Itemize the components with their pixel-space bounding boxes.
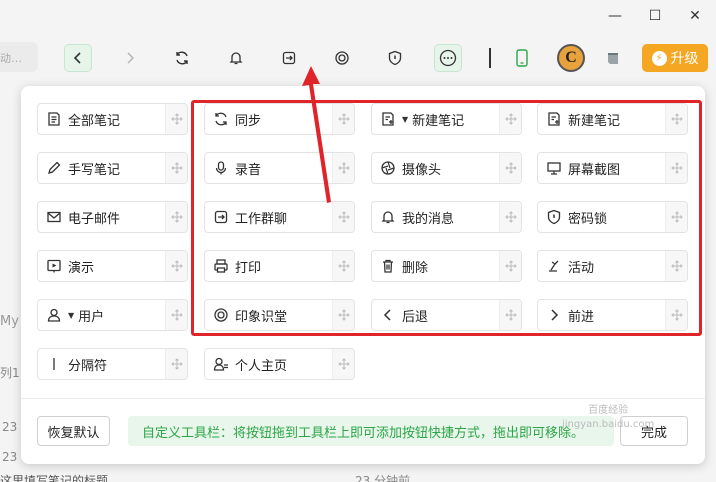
- customize-hint: 自定义工具栏：将按钮拖到工具栏上即可添加按钮快捷方式，拖出即可移除。: [128, 416, 614, 446]
- annotation-highlight-box: [191, 100, 702, 336]
- drag-handle-icon[interactable]: [165, 251, 187, 281]
- drag-handle-icon[interactable]: [332, 349, 354, 379]
- toolbar-tile-label: 个人主页: [235, 358, 288, 374]
- password-lock-button[interactable]: [381, 44, 409, 72]
- minimize-button[interactable]: —: [608, 8, 622, 24]
- close-button[interactable]: ✕: [688, 8, 702, 24]
- group-chat-button[interactable]: [275, 44, 303, 72]
- profile-icon: [213, 356, 229, 372]
- bg-label-number-b: 23: [2, 450, 18, 464]
- toolbar-tile-label: 演示: [68, 260, 95, 276]
- drag-handle-icon[interactable]: [165, 349, 187, 379]
- window-controls: — ☐ ✕: [608, 8, 702, 24]
- mobile-button[interactable]: [508, 44, 536, 72]
- chevron-down-icon: ▼: [68, 310, 75, 320]
- toolbar-tile-presentation[interactable]: 演示: [37, 250, 188, 282]
- bell-icon: [229, 52, 243, 65]
- all-notes-icon: [46, 111, 62, 127]
- knowledge-icon: [335, 51, 349, 65]
- panel-footer-divider: [21, 398, 705, 399]
- toolbar-tile-separator[interactable]: 分隔符: [37, 348, 188, 380]
- bg-label-my: My: [0, 314, 19, 329]
- sync-icon: [176, 51, 188, 65]
- toolbar-tile-label: 电子邮件: [68, 211, 121, 227]
- bg-note-time: 23 分钟前: [355, 474, 411, 482]
- more-button[interactable]: [434, 44, 462, 72]
- drag-handle-icon[interactable]: [165, 202, 187, 232]
- reset-default-button[interactable]: 恢复默认: [37, 416, 110, 446]
- knowledge-button[interactable]: [328, 44, 356, 72]
- pen-icon: [46, 160, 62, 176]
- watermark: 百度经验 jingyan.baidu.com: [562, 404, 654, 432]
- notebook-icon: [608, 53, 618, 64]
- lock-shield-icon: [388, 50, 402, 66]
- sync-button[interactable]: [168, 44, 196, 72]
- upgrade-button[interactable]: ⚡ 升级: [642, 44, 708, 72]
- bg-label-number-a: 23: [2, 420, 18, 434]
- drag-handle-icon[interactable]: [165, 300, 187, 330]
- chevron-left-icon: [73, 52, 81, 64]
- drag-handle-icon[interactable]: [165, 153, 187, 183]
- main-toolbar: 动…: [0, 38, 716, 78]
- more-icon: [439, 49, 457, 67]
- lightning-icon: ⚡: [651, 50, 667, 66]
- toolbar-tile-pen[interactable]: 手写笔记: [37, 152, 188, 184]
- phone-icon: [516, 49, 528, 67]
- avatar[interactable]: C: [557, 44, 585, 72]
- maximize-button[interactable]: ☐: [648, 8, 662, 24]
- back-button[interactable]: [64, 44, 92, 72]
- user-icon: [46, 307, 62, 323]
- watermark-line1: 百度经验: [588, 405, 629, 416]
- watermark-line2: jingyan.baidu.com: [562, 419, 655, 430]
- upgrade-label: 升级: [670, 51, 699, 67]
- toolbar-tile-label: 用户: [78, 309, 105, 325]
- search-input[interactable]: 动…: [0, 42, 38, 72]
- email-icon: [46, 209, 62, 225]
- drag-handle-icon[interactable]: [165, 104, 187, 134]
- bg-note-title: 这里填写笔记的标题: [0, 474, 109, 482]
- notifications-button[interactable]: [222, 44, 250, 72]
- separator-icon: [46, 356, 62, 372]
- forward-button[interactable]: [116, 44, 144, 72]
- group-chat-icon: [282, 51, 296, 65]
- notebook-button[interactable]: [599, 44, 627, 72]
- chevron-right-icon: [127, 52, 135, 64]
- toolbar-tile-profile[interactable]: 个人主页: [204, 348, 355, 380]
- toolbar-tile-user[interactable]: ▼ 用户: [37, 299, 188, 331]
- toolbar-separator: [489, 48, 491, 68]
- toolbar-tile-label: 全部笔记: [68, 113, 121, 129]
- toolbar-tile-email[interactable]: 电子邮件: [37, 201, 188, 233]
- presentation-icon: [46, 258, 62, 274]
- toolbar-tile-label: 手写笔记: [68, 162, 121, 178]
- toolbar-tile-label: 分隔符: [68, 358, 108, 374]
- toolbar-tile-all-notes[interactable]: 全部笔记: [37, 103, 188, 135]
